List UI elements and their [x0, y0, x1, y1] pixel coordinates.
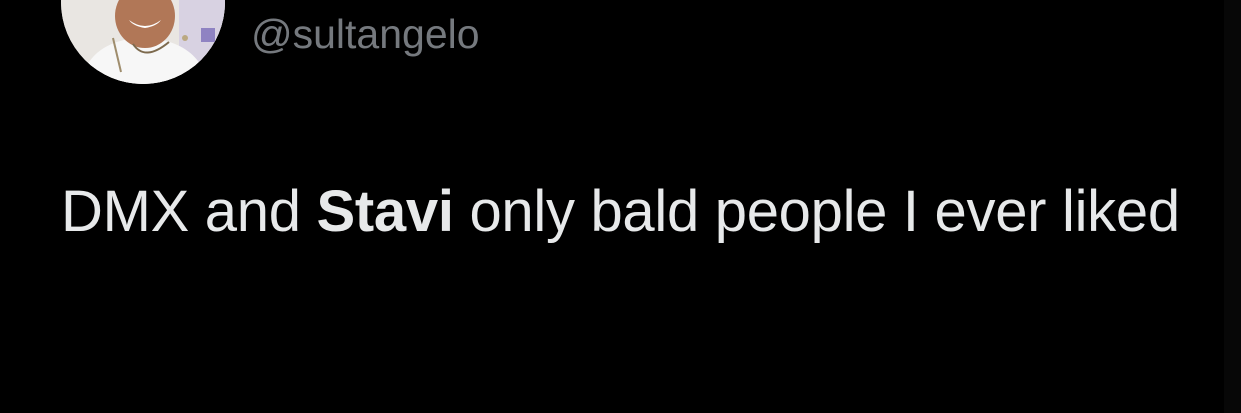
- tweet-text-intro: DMX and: [61, 179, 317, 244]
- right-edge-divider: [1224, 0, 1241, 413]
- avatar-photo-icon: [61, 0, 225, 84]
- tweet-text-remainder: only bald people I ever liked: [453, 179, 1180, 244]
- user-handle[interactable]: @sultangelo: [251, 8, 480, 60]
- tweet-text-bold-name: Stavi: [316, 179, 454, 244]
- tweet-text: DMX and Stavi only bald people I ever li…: [61, 165, 1201, 258]
- tweet: @sultangelo DMX and Stavi only bald peop…: [0, 0, 1241, 413]
- avatar[interactable]: [61, 0, 225, 84]
